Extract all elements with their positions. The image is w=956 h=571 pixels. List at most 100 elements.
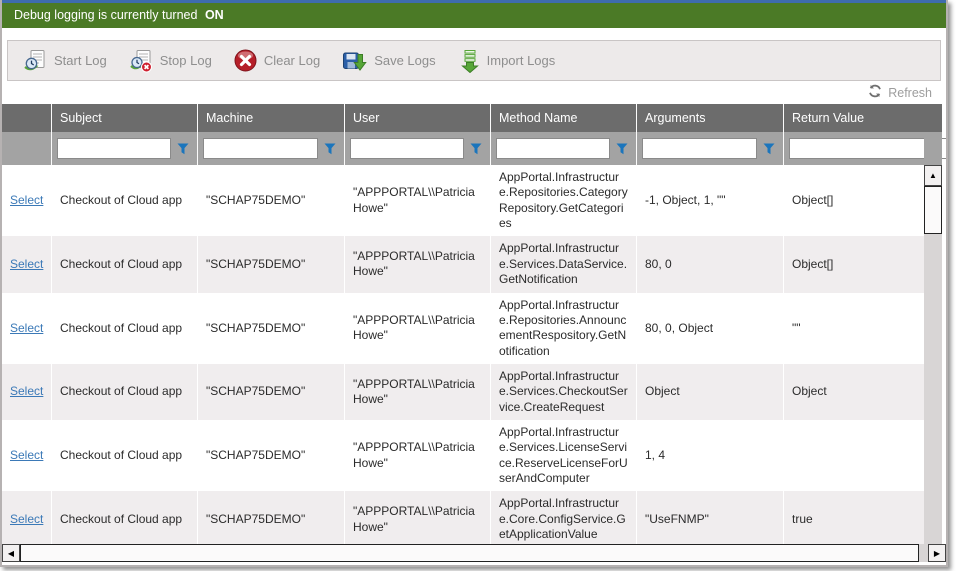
cell-machine: "SCHAP75DEMO" [197, 364, 344, 420]
stop-log-icon [129, 49, 153, 73]
column-header-user[interactable]: User [344, 104, 490, 132]
banner-state: ON [205, 8, 224, 22]
debug-log-window: Debug logging is currently turned ON Sta… [0, 0, 948, 567]
cell-machine: "SCHAP75DEMO" [197, 420, 344, 491]
filter-funnel-machine[interactable] [321, 140, 339, 158]
cell-user: "APPPORTAL\\PatriciaHowe" [344, 420, 490, 491]
vertical-scrollbar[interactable]: ▲ [924, 165, 942, 544]
vertical-scrollbar-thumb[interactable] [924, 186, 942, 234]
stop-log-label: Stop Log [160, 53, 212, 68]
select-link[interactable]: Select [10, 321, 43, 336]
cell-arguments: Object [636, 364, 783, 420]
banner-message: Debug logging is currently turned [14, 8, 197, 22]
scroll-right-button[interactable]: ▶ [928, 544, 946, 562]
column-header-select[interactable] [2, 104, 51, 132]
spacer [2, 28, 946, 40]
table-row: Select Checkout of Cloud app "SCHAP75DEM… [2, 236, 924, 292]
cell-arguments: -1, Object, 1, "" [636, 165, 783, 236]
horizontal-scrollbar[interactable]: ◀ ▶ [2, 544, 946, 562]
refresh-row: Refresh [2, 81, 946, 104]
cell-method-name: AppPortal.Infrastructure.Repositories.Ca… [490, 165, 636, 236]
cell-machine: "SCHAP75DEMO" [197, 165, 344, 236]
table-row: Select Checkout of Cloud app "SCHAP75DEM… [2, 491, 924, 544]
cell-method-name: AppPortal.Infrastructure.Services.DataSe… [490, 236, 636, 292]
filter-corner [924, 132, 942, 165]
filter-funnel-user[interactable] [467, 140, 485, 158]
filter-input-user[interactable] [350, 138, 464, 159]
scroll-up-button[interactable]: ▲ [924, 165, 942, 186]
import-logs-label: Import Logs [487, 53, 556, 68]
column-header-method-name[interactable]: Method Name [490, 104, 636, 132]
column-header-machine[interactable]: Machine [197, 104, 344, 132]
clear-log-icon [234, 49, 257, 72]
select-link[interactable]: Select [10, 384, 43, 399]
table-row: Select Checkout of Cloud app "SCHAP75DEM… [2, 420, 924, 491]
cell-method-name: AppPortal.Infrastructure.Repositories.An… [490, 293, 636, 364]
cell-user: "APPPORTAL\\PatriciaHowe" [344, 491, 490, 544]
filter-input-machine[interactable] [203, 138, 318, 159]
cell-subject: Checkout of Cloud app [51, 491, 197, 544]
scroll-left-button[interactable]: ◀ [2, 544, 20, 562]
cell-method-name: AppPortal.Infrastructure.Core.ConfigServ… [490, 491, 636, 544]
start-log-label: Start Log [54, 53, 107, 68]
filter-funnel-method-name[interactable] [613, 140, 631, 158]
import-logs-button[interactable]: Import Logs [447, 49, 567, 73]
import-logs-icon [458, 49, 480, 73]
cell-return-value [783, 420, 924, 491]
cell-subject: Checkout of Cloud app [51, 420, 197, 491]
select-link[interactable]: Select [10, 448, 43, 463]
cell-user: "APPPORTAL\\PatriciaHowe" [344, 364, 490, 420]
debug-status-banner: Debug logging is currently turned ON [2, 3, 946, 28]
scroll-track-gap[interactable] [919, 544, 928, 562]
start-log-icon [23, 49, 47, 73]
cell-machine: "SCHAP75DEMO" [197, 236, 344, 292]
filter-input-method-name[interactable] [496, 138, 610, 159]
cell-user: "APPPORTAL\\PatriciaHowe" [344, 165, 490, 236]
log-toolbar: Start Log Stop Log [7, 40, 941, 81]
refresh-link[interactable]: Refresh [888, 86, 932, 100]
filter-input-subject[interactable] [57, 138, 171, 159]
cell-arguments: 80, 0 [636, 236, 783, 292]
filter-cell-empty [2, 132, 51, 165]
column-header-return-value[interactable]: Return Value [783, 104, 924, 132]
column-header-arguments[interactable]: Arguments [636, 104, 783, 132]
select-link[interactable]: Select [10, 512, 43, 527]
cell-user: "APPPORTAL\\PatriciaHowe" [344, 293, 490, 364]
cell-arguments: 1, 4 [636, 420, 783, 491]
column-header-subject[interactable]: Subject [51, 104, 197, 132]
header-corner [924, 104, 942, 132]
cell-user: "APPPORTAL\\PatriciaHowe" [344, 236, 490, 292]
cell-return-value: Object [783, 364, 924, 420]
cell-machine: "SCHAP75DEMO" [197, 491, 344, 544]
grid-filter-row [2, 132, 946, 165]
cell-return-value: Object[] [783, 165, 924, 236]
save-logs-icon [342, 49, 367, 73]
horizontal-scrollbar-thumb[interactable] [20, 544, 919, 562]
select-link[interactable]: Select [10, 257, 43, 272]
filter-input-arguments[interactable] [642, 138, 757, 159]
clear-log-button[interactable]: Clear Log [223, 49, 331, 72]
cell-machine: "SCHAP75DEMO" [197, 293, 344, 364]
cell-subject: Checkout of Cloud app [51, 293, 197, 364]
filter-funnel-subject[interactable] [174, 140, 192, 158]
filter-funnel-arguments[interactable] [760, 140, 778, 158]
table-row: Select Checkout of Cloud app "SCHAP75DEM… [2, 165, 924, 236]
grid-body: Select Checkout of Cloud app "SCHAP75DEM… [2, 165, 924, 544]
stop-log-button[interactable]: Stop Log [118, 49, 223, 73]
start-log-button[interactable]: Start Log [12, 49, 118, 73]
save-logs-button[interactable]: Save Logs [331, 49, 446, 73]
cell-return-value: "" [783, 293, 924, 364]
refresh-icon[interactable] [868, 84, 882, 101]
cell-method-name: AppPortal.Infrastructure.Services.Checko… [490, 364, 636, 420]
cell-subject: Checkout of Cloud app [51, 236, 197, 292]
cell-method-name: AppPortal.Infrastructure.Services.Licens… [490, 420, 636, 491]
select-link[interactable]: Select [10, 193, 43, 208]
table-row: Select Checkout of Cloud app "SCHAP75DEM… [2, 293, 924, 364]
cell-return-value: true [783, 491, 924, 544]
cell-subject: Checkout of Cloud app [51, 364, 197, 420]
grid-header: Subject Machine User Method Name Argumen… [2, 104, 946, 132]
cell-arguments: 80, 0, Object [636, 293, 783, 364]
table-row: Select Checkout of Cloud app "SCHAP75DEM… [2, 364, 924, 420]
cell-return-value: Object[] [783, 236, 924, 292]
cell-subject: Checkout of Cloud app [51, 165, 197, 236]
